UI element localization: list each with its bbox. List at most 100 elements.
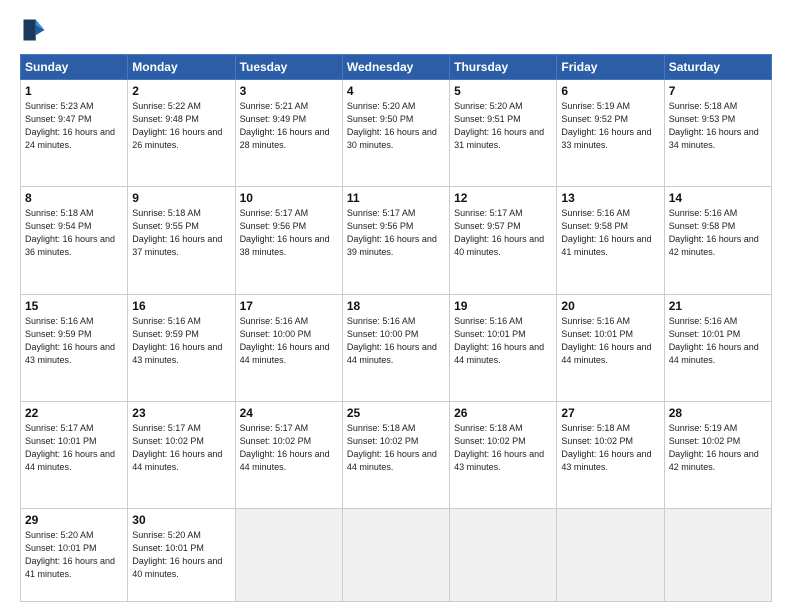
day-info: Sunrise: 5:16 AM Sunset: 10:01 PM Daylig… (561, 315, 659, 367)
day-cell-27: 27 Sunrise: 5:18 AM Sunset: 10:02 PM Day… (557, 401, 664, 508)
day-info: Sunrise: 5:18 AM Sunset: 10:02 PM Daylig… (561, 422, 659, 474)
day-number: 6 (561, 84, 659, 98)
day-cell-15: 15 Sunrise: 5:16 AM Sunset: 9:59 PM Dayl… (21, 294, 128, 401)
day-info: Sunrise: 5:17 AM Sunset: 10:01 PM Daylig… (25, 422, 123, 474)
calendar-week-1: 1 Sunrise: 5:23 AM Sunset: 9:47 PM Dayli… (21, 80, 772, 187)
day-info: Sunrise: 5:16 AM Sunset: 9:58 PM Dayligh… (669, 207, 767, 259)
calendar-header: SundayMondayTuesdayWednesdayThursdayFrid… (21, 55, 772, 80)
day-cell-16: 16 Sunrise: 5:16 AM Sunset: 9:59 PM Dayl… (128, 294, 235, 401)
day-info: Sunrise: 5:18 AM Sunset: 9:54 PM Dayligh… (25, 207, 123, 259)
day-number: 10 (240, 191, 338, 205)
day-info: Sunrise: 5:16 AM Sunset: 9:59 PM Dayligh… (132, 315, 230, 367)
day-cell-25: 25 Sunrise: 5:18 AM Sunset: 10:02 PM Day… (342, 401, 449, 508)
day-cell-9: 9 Sunrise: 5:18 AM Sunset: 9:55 PM Dayli… (128, 187, 235, 294)
day-number: 29 (25, 513, 123, 527)
day-cell-13: 13 Sunrise: 5:16 AM Sunset: 9:58 PM Dayl… (557, 187, 664, 294)
day-number: 14 (669, 191, 767, 205)
day-number: 17 (240, 299, 338, 313)
day-info: Sunrise: 5:16 AM Sunset: 10:01 PM Daylig… (454, 315, 552, 367)
day-number: 2 (132, 84, 230, 98)
calendar-week-3: 15 Sunrise: 5:16 AM Sunset: 9:59 PM Dayl… (21, 294, 772, 401)
day-cell-5: 5 Sunrise: 5:20 AM Sunset: 9:51 PM Dayli… (450, 80, 557, 187)
day-number: 27 (561, 406, 659, 420)
day-info: Sunrise: 5:17 AM Sunset: 9:56 PM Dayligh… (240, 207, 338, 259)
day-cell-10: 10 Sunrise: 5:17 AM Sunset: 9:56 PM Dayl… (235, 187, 342, 294)
day-cell-23: 23 Sunrise: 5:17 AM Sunset: 10:02 PM Day… (128, 401, 235, 508)
day-info: Sunrise: 5:20 AM Sunset: 10:01 PM Daylig… (132, 529, 230, 581)
day-number: 7 (669, 84, 767, 98)
day-cell-11: 11 Sunrise: 5:17 AM Sunset: 9:56 PM Dayl… (342, 187, 449, 294)
empty-cell (342, 509, 449, 602)
weekday-header-sunday: Sunday (21, 55, 128, 80)
day-cell-29: 29 Sunrise: 5:20 AM Sunset: 10:01 PM Day… (21, 509, 128, 602)
calendar-week-4: 22 Sunrise: 5:17 AM Sunset: 10:01 PM Day… (21, 401, 772, 508)
day-cell-30: 30 Sunrise: 5:20 AM Sunset: 10:01 PM Day… (128, 509, 235, 602)
day-cell-18: 18 Sunrise: 5:16 AM Sunset: 10:00 PM Day… (342, 294, 449, 401)
day-info: Sunrise: 5:16 AM Sunset: 10:01 PM Daylig… (669, 315, 767, 367)
weekday-row: SundayMondayTuesdayWednesdayThursdayFrid… (21, 55, 772, 80)
day-cell-8: 8 Sunrise: 5:18 AM Sunset: 9:54 PM Dayli… (21, 187, 128, 294)
page: SundayMondayTuesdayWednesdayThursdayFrid… (0, 0, 792, 612)
day-info: Sunrise: 5:18 AM Sunset: 10:02 PM Daylig… (454, 422, 552, 474)
weekday-header-wednesday: Wednesday (342, 55, 449, 80)
day-cell-22: 22 Sunrise: 5:17 AM Sunset: 10:01 PM Day… (21, 401, 128, 508)
day-cell-1: 1 Sunrise: 5:23 AM Sunset: 9:47 PM Dayli… (21, 80, 128, 187)
day-cell-26: 26 Sunrise: 5:18 AM Sunset: 10:02 PM Day… (450, 401, 557, 508)
day-cell-14: 14 Sunrise: 5:16 AM Sunset: 9:58 PM Dayl… (664, 187, 771, 294)
day-number: 1 (25, 84, 123, 98)
day-cell-12: 12 Sunrise: 5:17 AM Sunset: 9:57 PM Dayl… (450, 187, 557, 294)
day-info: Sunrise: 5:18 AM Sunset: 10:02 PM Daylig… (347, 422, 445, 474)
day-info: Sunrise: 5:20 AM Sunset: 9:50 PM Dayligh… (347, 100, 445, 152)
logo (20, 16, 52, 44)
day-info: Sunrise: 5:16 AM Sunset: 10:00 PM Daylig… (347, 315, 445, 367)
day-info: Sunrise: 5:16 AM Sunset: 10:00 PM Daylig… (240, 315, 338, 367)
day-info: Sunrise: 5:17 AM Sunset: 9:57 PM Dayligh… (454, 207, 552, 259)
day-number: 24 (240, 406, 338, 420)
day-info: Sunrise: 5:19 AM Sunset: 9:52 PM Dayligh… (561, 100, 659, 152)
header (20, 16, 772, 44)
day-cell-24: 24 Sunrise: 5:17 AM Sunset: 10:02 PM Day… (235, 401, 342, 508)
day-info: Sunrise: 5:18 AM Sunset: 9:53 PM Dayligh… (669, 100, 767, 152)
empty-cell (664, 509, 771, 602)
weekday-header-thursday: Thursday (450, 55, 557, 80)
day-number: 9 (132, 191, 230, 205)
day-number: 19 (454, 299, 552, 313)
day-number: 26 (454, 406, 552, 420)
day-number: 16 (132, 299, 230, 313)
day-number: 5 (454, 84, 552, 98)
calendar-week-2: 8 Sunrise: 5:18 AM Sunset: 9:54 PM Dayli… (21, 187, 772, 294)
calendar-week-5: 29 Sunrise: 5:20 AM Sunset: 10:01 PM Day… (21, 509, 772, 602)
day-number: 11 (347, 191, 445, 205)
empty-cell (235, 509, 342, 602)
day-number: 3 (240, 84, 338, 98)
day-number: 13 (561, 191, 659, 205)
day-cell-3: 3 Sunrise: 5:21 AM Sunset: 9:49 PM Dayli… (235, 80, 342, 187)
day-number: 20 (561, 299, 659, 313)
day-info: Sunrise: 5:21 AM Sunset: 9:49 PM Dayligh… (240, 100, 338, 152)
weekday-header-saturday: Saturday (664, 55, 771, 80)
day-number: 21 (669, 299, 767, 313)
day-number: 4 (347, 84, 445, 98)
day-info: Sunrise: 5:22 AM Sunset: 9:48 PM Dayligh… (132, 100, 230, 152)
day-cell-19: 19 Sunrise: 5:16 AM Sunset: 10:01 PM Day… (450, 294, 557, 401)
calendar-body: 1 Sunrise: 5:23 AM Sunset: 9:47 PM Dayli… (21, 80, 772, 602)
day-info: Sunrise: 5:17 AM Sunset: 10:02 PM Daylig… (132, 422, 230, 474)
day-info: Sunrise: 5:18 AM Sunset: 9:55 PM Dayligh… (132, 207, 230, 259)
empty-cell (557, 509, 664, 602)
day-info: Sunrise: 5:16 AM Sunset: 9:58 PM Dayligh… (561, 207, 659, 259)
day-info: Sunrise: 5:19 AM Sunset: 10:02 PM Daylig… (669, 422, 767, 474)
day-number: 15 (25, 299, 123, 313)
day-info: Sunrise: 5:17 AM Sunset: 10:02 PM Daylig… (240, 422, 338, 474)
day-number: 8 (25, 191, 123, 205)
day-cell-20: 20 Sunrise: 5:16 AM Sunset: 10:01 PM Day… (557, 294, 664, 401)
day-number: 22 (25, 406, 123, 420)
day-cell-21: 21 Sunrise: 5:16 AM Sunset: 10:01 PM Day… (664, 294, 771, 401)
day-number: 12 (454, 191, 552, 205)
day-cell-4: 4 Sunrise: 5:20 AM Sunset: 9:50 PM Dayli… (342, 80, 449, 187)
logo-icon (20, 16, 48, 44)
day-cell-2: 2 Sunrise: 5:22 AM Sunset: 9:48 PM Dayli… (128, 80, 235, 187)
day-info: Sunrise: 5:20 AM Sunset: 10:01 PM Daylig… (25, 529, 123, 581)
day-number: 28 (669, 406, 767, 420)
day-number: 18 (347, 299, 445, 313)
weekday-header-monday: Monday (128, 55, 235, 80)
